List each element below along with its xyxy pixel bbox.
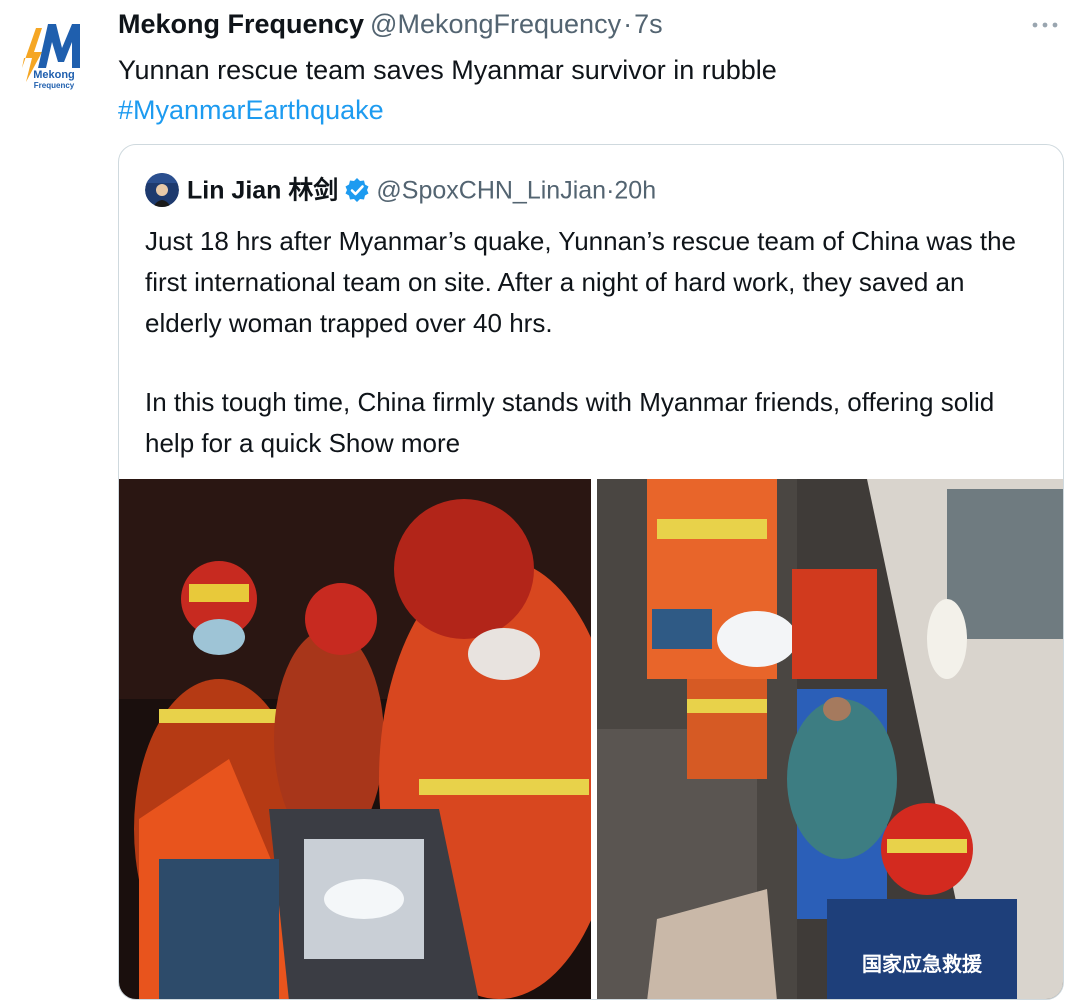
photo-rescuers-at-night[interactable] <box>119 479 591 999</box>
tweet-text: Yunnan rescue team saves Myanmar survivo… <box>118 55 777 85</box>
svg-text:Frequency: Frequency <box>34 81 75 90</box>
quoted-paragraph-2-text: In this tough time, China firmly stands … <box>145 387 995 458</box>
more-options-icon[interactable] <box>1030 18 1060 32</box>
tweet-timestamp[interactable]: 7s <box>634 9 663 39</box>
quoted-author-name[interactable]: Lin Jian 林剑 <box>187 176 338 204</box>
quoted-paragraph-1: Just 18 hrs after Myanmar’s quake, Yunna… <box>145 226 1016 338</box>
quoted-tweet-header: Lin Jian 林剑 @SpoxCHN_LinJian·20h <box>145 171 656 208</box>
quoted-author-handle[interactable]: @SpoxCHN_LinJian <box>376 176 606 204</box>
hashtag-link[interactable]: #MyanmarEarthquake <box>118 90 777 130</box>
mekong-frequency-logo-icon: Mekong Frequency <box>22 24 80 90</box>
svg-text:Mekong: Mekong <box>33 69 75 81</box>
quoted-tweet-timestamp[interactable]: 20h <box>614 176 656 204</box>
photo-rescue-in-rubble[interactable]: 国家应急救援 <box>597 479 1063 999</box>
author-handle[interactable]: @MekongFrequency <box>370 9 621 39</box>
author-display-name[interactable]: Mekong Frequency <box>118 9 364 39</box>
separator-dot: · <box>623 9 633 39</box>
quoted-paragraph-2: In this tough time, China firmly stands … <box>145 382 1045 464</box>
tweet-header: Mekong Frequency @MekongFrequency·7s <box>118 6 663 42</box>
verified-badge-icon <box>344 177 370 203</box>
jacket-text: 国家应急救援 <box>862 952 983 976</box>
quoted-tweet-card[interactable]: Lin Jian 林剑 @SpoxCHN_LinJian·20h Just 18… <box>118 144 1064 1000</box>
quoted-author-avatar[interactable] <box>145 173 179 208</box>
tweet-body: Yunnan rescue team saves Myanmar survivo… <box>118 50 777 130</box>
quoted-tweet-text: Just 18 hrs after Myanmar’s quake, Yunna… <box>145 221 1045 464</box>
show-more-link[interactable]: Show more <box>329 428 461 458</box>
author-avatar[interactable]: Mekong Frequency <box>18 18 90 90</box>
